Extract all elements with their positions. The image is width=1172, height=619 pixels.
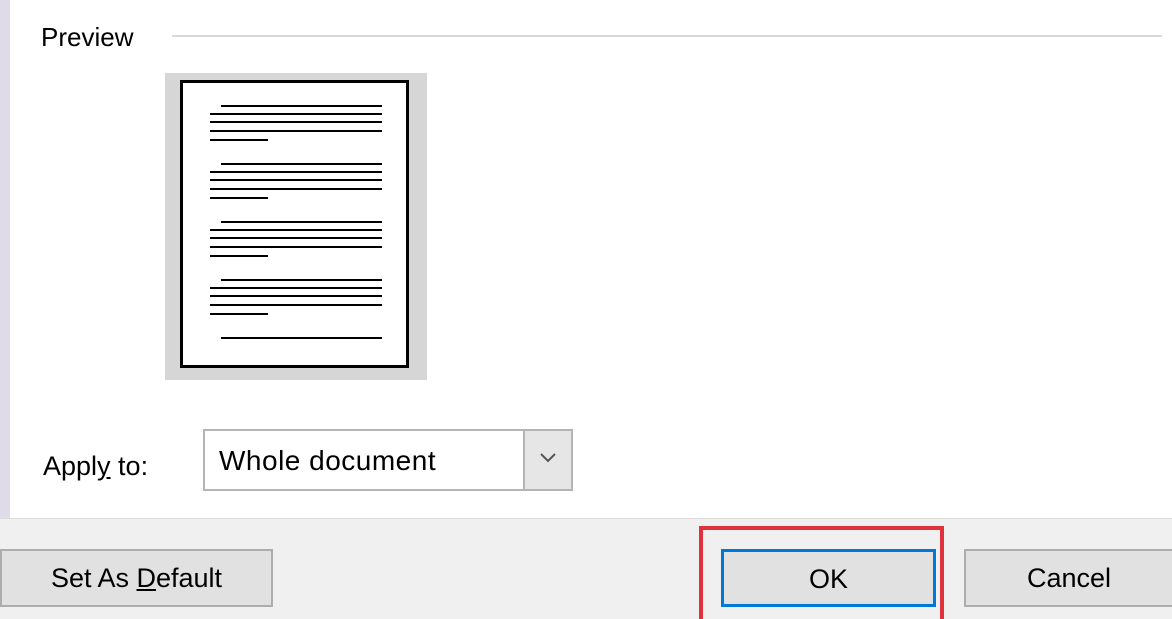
apply-to-label-suffix: to: <box>110 451 149 481</box>
preview-group-title: Preview <box>41 20 144 54</box>
apply-to-label: Apply to: <box>43 449 148 483</box>
apply-to-dropdown[interactable]: Whole document <box>203 429 573 491</box>
chevron-down-icon <box>540 453 556 463</box>
page-setup-dialog: Preview Apply to: Whole document Set As … <box>0 0 1172 619</box>
apply-to-label-text: Appl <box>43 451 98 481</box>
ok-button[interactable]: OK <box>721 549 936 607</box>
apply-to-dropdown-button[interactable] <box>523 431 571 489</box>
set-as-default-button[interactable]: Set As Default <box>0 549 273 607</box>
set-default-label-prefix: Set As <box>50 563 137 593</box>
set-default-label-suffix: efault <box>156 563 223 593</box>
cancel-button[interactable]: Cancel <box>964 549 1172 607</box>
set-default-access-key: D <box>136 563 157 593</box>
preview-group-divider <box>172 35 1162 37</box>
page-preview-icon <box>180 80 409 368</box>
apply-to-selected-value: Whole document <box>219 445 437 476</box>
apply-to-access-key: y <box>97 451 111 481</box>
